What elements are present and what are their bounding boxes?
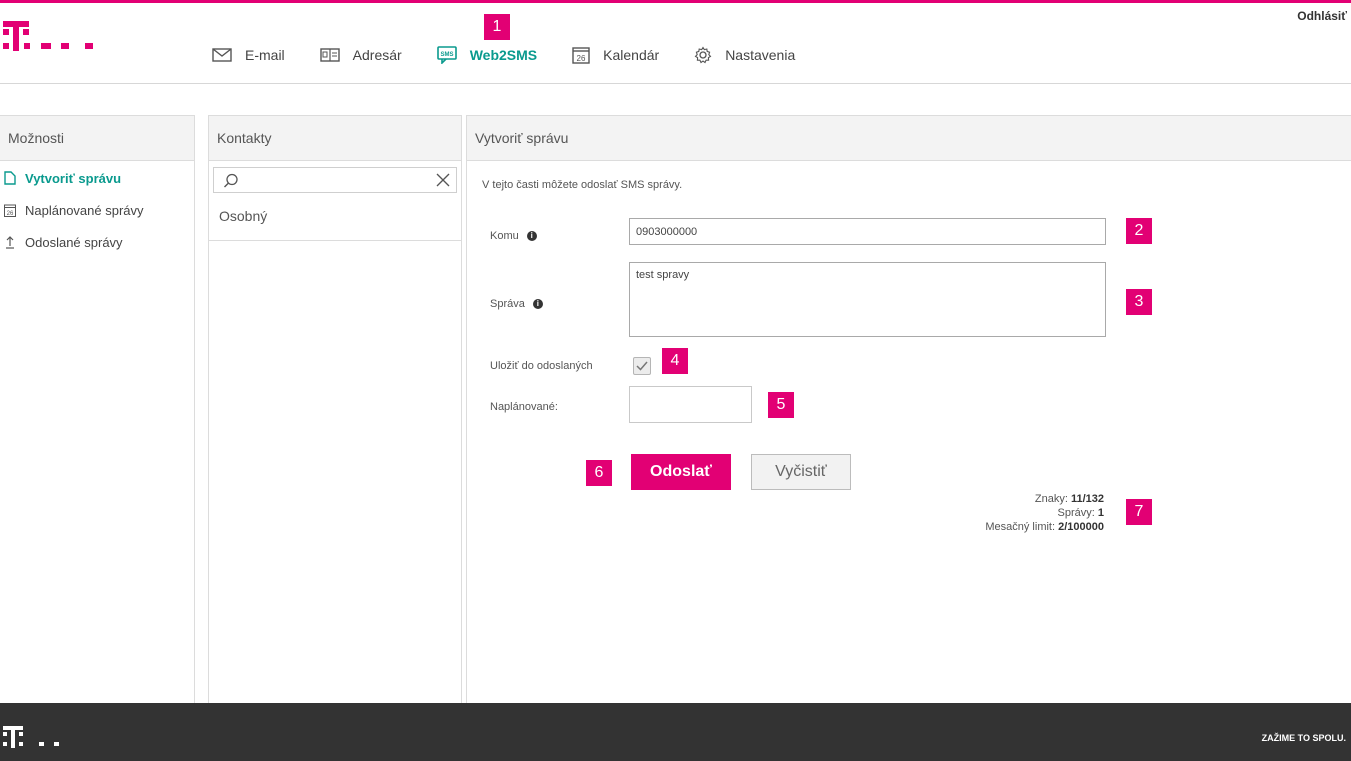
- info-icon[interactable]: i: [526, 231, 537, 241]
- message-stats: Znaky: 11/132 Správy: 1 Mesačný limit: 2…: [985, 492, 1104, 534]
- sidebar-item-label: Vytvoriť správu: [25, 170, 122, 186]
- svg-text:26: 26: [7, 211, 14, 217]
- gear-icon: [694, 46, 712, 64]
- save-sent-label: Uložiť do odoslaných: [490, 360, 593, 372]
- main-nav: E-mail Adresár SMS Web2SMS 26 Kalendár N…: [212, 43, 830, 67]
- message-label-text: Správa: [490, 298, 525, 310]
- svg-text:SMS: SMS: [440, 52, 453, 58]
- sidebar-item-create-message[interactable]: Vytvoriť správu: [0, 162, 194, 194]
- messages-value: 1: [1097, 507, 1104, 519]
- scheduled-datetime-input[interactable]: [629, 386, 752, 423]
- recipient-input[interactable]: [629, 218, 1106, 245]
- contacts-panel-title: Kontakty: [209, 115, 461, 161]
- checkmark-icon: [636, 361, 648, 371]
- nav-web2sms-label: Web2SMS: [469, 47, 538, 63]
- nav-settings-label: Nastavenia: [725, 47, 796, 63]
- nav-web2sms[interactable]: SMS Web2SMS: [436, 46, 538, 64]
- send-button[interactable]: Odoslať: [631, 454, 731, 490]
- annotation-badge-1: 1: [484, 14, 510, 40]
- monthly-limit-stat: Mesačný limit: 2/100000: [985, 521, 1104, 533]
- nav-calendar[interactable]: 26 Kalendár: [572, 46, 659, 64]
- app-footer: ZAŽIME TO SPOLU.: [0, 703, 1351, 761]
- sidebar-item-scheduled[interactable]: 26 Naplánované správy: [0, 194, 194, 226]
- compose-intro-text: V tejto časti môžete odoslať SMS správy.: [482, 179, 683, 191]
- annotation-badge-4: 4: [662, 348, 688, 374]
- address-book-icon: [319, 48, 340, 62]
- sidebar-item-label: Odoslané správy: [25, 234, 123, 250]
- message-label: Správa i: [490, 298, 543, 310]
- logout-link[interactable]: Odhlásiť: [1297, 9, 1347, 23]
- sidebar-item-label: Naplánované správy: [25, 202, 144, 218]
- nav-settings[interactable]: Nastavenia: [694, 46, 795, 64]
- upload-arrow-icon: [6, 236, 14, 249]
- svg-text:26: 26: [577, 54, 586, 63]
- annotation-badge-6: 6: [586, 460, 612, 486]
- options-list: Vytvoriť správu 26 Naplánované správy Od…: [0, 161, 194, 258]
- sidebar-item-sent[interactable]: Odoslané správy: [0, 226, 194, 258]
- nav-address-book-label: Adresár: [352, 47, 402, 63]
- annotation-badge-7: 7: [1126, 499, 1152, 525]
- contact-search-input[interactable]: [244, 170, 434, 190]
- search-icon: [224, 173, 238, 188]
- to-label: Komu i: [490, 230, 537, 242]
- contact-group-item[interactable]: Osobný: [209, 193, 461, 241]
- options-panel: Možnosti Vytvoriť správu 26 Naplánované …: [0, 115, 195, 703]
- clear-search-icon[interactable]: [436, 173, 450, 187]
- scheduled-label: Naplánované:: [490, 401, 558, 413]
- nav-email-label: E-mail: [245, 47, 285, 63]
- monthly-limit-value: 2/100000: [1058, 521, 1104, 533]
- annotation-badge-5: 5: [768, 392, 794, 418]
- contacts-panel: Kontakty Osobný: [208, 115, 462, 703]
- save-sent-checkbox[interactable]: [633, 357, 651, 375]
- telekom-logo: [3, 726, 59, 748]
- calendar-icon: 26: [572, 47, 590, 64]
- chars-value: 11/132: [1070, 493, 1104, 505]
- annotation-badge-2: 2: [1126, 218, 1152, 244]
- nav-email[interactable]: E-mail: [212, 47, 285, 63]
- annotation-badge-3: 3: [1126, 289, 1152, 315]
- compose-panel-title: Vytvoriť správu: [467, 115, 1351, 161]
- telekom-logo[interactable]: [3, 19, 103, 69]
- contact-search-box[interactable]: [213, 167, 457, 193]
- message-textarea[interactable]: test spravy: [629, 262, 1106, 337]
- footer-slogan: ZAŽIME TO SPOLU.: [1261, 733, 1346, 743]
- clear-button[interactable]: Vyčistiť: [751, 454, 851, 490]
- chars-stat: Znaky: 11/132: [1034, 493, 1104, 505]
- calendar-icon: 26: [4, 204, 16, 217]
- nav-calendar-label: Kalendár: [603, 47, 660, 63]
- info-icon[interactable]: i: [532, 299, 543, 309]
- nav-address-book[interactable]: Adresár: [319, 47, 402, 63]
- document-icon: [4, 171, 16, 185]
- messages-stat: Správy: 1: [1057, 507, 1104, 519]
- options-panel-title: Možnosti: [0, 115, 194, 161]
- compose-panel: Vytvoriť správu V tejto časti môžete odo…: [466, 115, 1351, 703]
- app-header: Odhlásiť E-mail Adresár SMS Web2SMS 26 K…: [0, 3, 1351, 84]
- sms-icon: SMS: [436, 46, 457, 64]
- to-label-text: Komu: [490, 230, 519, 242]
- mail-icon: [212, 48, 232, 62]
